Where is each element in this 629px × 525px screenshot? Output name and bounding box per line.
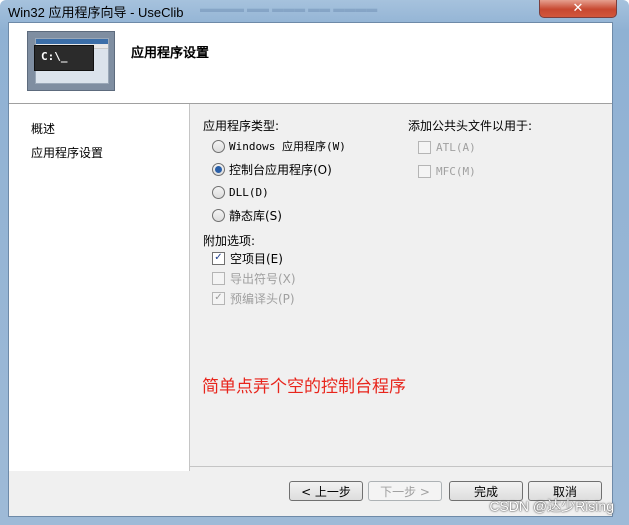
- checkbox-icon: [212, 271, 225, 285]
- checkmark-icon: ✓: [212, 291, 225, 305]
- radio-dll[interactable]: DLL(D): [212, 184, 269, 200]
- checkbox-atl[interactable]: ATL(A): [418, 139, 476, 155]
- wizard-header: C:\_ 应用程序设置: [9, 23, 612, 104]
- app-type-label: 应用程序类型:: [203, 119, 280, 133]
- checkbox-export-symbols[interactable]: 导出符号(X): [212, 270, 296, 286]
- common-headers-label: 添加公共头文件以用于:: [408, 119, 533, 133]
- checkmark-icon: ✓: [212, 251, 225, 265]
- radio-windows-app[interactable]: Windows 应用程序(W): [212, 138, 346, 154]
- wizard-nav: 概述 应用程序设置: [9, 104, 190, 471]
- csdn-watermark: CSDN @达少Rising: [489, 498, 614, 514]
- window-title: Win32 应用程序向导 - UseClib: [8, 5, 184, 20]
- close-button[interactable]: ✕: [539, 0, 617, 18]
- nav-item-overview[interactable]: 概述: [31, 120, 55, 137]
- wizard-window: Win32 应用程序向导 - UseClib ▬▬▬▬ ▬▬ ▬▬▬ ▬▬ ▬▬…: [0, 0, 629, 525]
- checkbox-empty-project[interactable]: ✓ 空项目(E): [212, 250, 283, 266]
- checkbox-mfc[interactable]: MFC(M): [418, 163, 476, 179]
- radio-console-app[interactable]: 控制台应用程序(O): [212, 161, 332, 177]
- annotation-text: 简单点弄个空的控制台程序: [202, 377, 406, 397]
- next-button[interactable]: 下一步 >: [368, 481, 442, 501]
- wizard-client: C:\_ 应用程序设置 概述 应用程序设置 应用程序类型: Windows 应用…: [8, 22, 613, 517]
- footer-divider: [190, 466, 612, 467]
- radio-static-lib[interactable]: 静态库(S): [212, 207, 282, 223]
- radio-selected-icon: [212, 162, 225, 176]
- page-title: 应用程序设置: [131, 46, 210, 61]
- nav-item-app-settings[interactable]: 应用程序设置: [31, 144, 103, 161]
- title-bar: Win32 应用程序向导 - UseClib ▬▬▬▬ ▬▬ ▬▬▬ ▬▬ ▬▬…: [0, 0, 629, 20]
- radio-icon: [212, 208, 225, 222]
- close-icon: ✕: [572, 1, 584, 16]
- checkbox-icon: [418, 164, 431, 178]
- extra-options-label: 附加选项:: [203, 234, 256, 248]
- checkbox-icon: [418, 140, 431, 154]
- background-blur: ▬▬▬▬ ▬▬ ▬▬▬ ▬▬ ▬▬▬▬: [200, 3, 378, 15]
- radio-icon: [212, 139, 225, 153]
- radio-icon: [212, 185, 225, 199]
- checkbox-precompiled-header[interactable]: ✓ 预编译头(P): [212, 290, 295, 306]
- prev-button[interactable]: < 上一步: [289, 481, 363, 501]
- console-prompt: C:\_: [41, 50, 68, 63]
- console-banner-image: C:\_: [27, 31, 115, 91]
- settings-panel: 应用程序类型: Windows 应用程序(W) 控制台应用程序(O) DLL(D…: [190, 104, 612, 466]
